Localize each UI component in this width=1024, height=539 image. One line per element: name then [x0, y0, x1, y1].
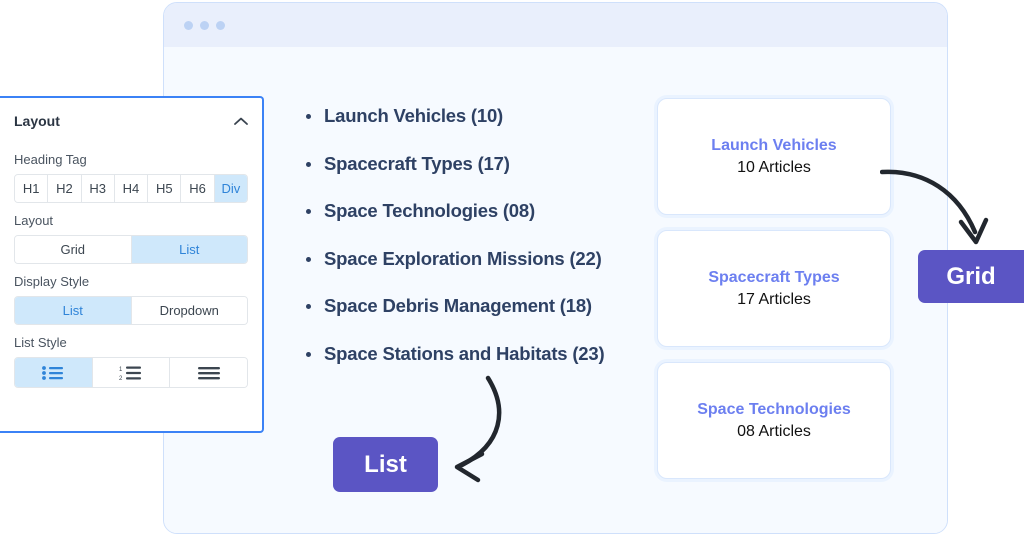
category-card[interactable]: Space Technologies 08 Articles — [657, 362, 891, 479]
svg-text:1: 1 — [119, 367, 123, 373]
display-style-option-list[interactable]: List — [15, 297, 132, 324]
heading-tag-group: H1 H2 H3 H4 H5 H6 Div — [14, 174, 248, 203]
display-style-label: Display Style — [14, 274, 90, 289]
panel-title: Layout — [14, 113, 60, 129]
card-title: Space Technologies — [697, 400, 851, 418]
category-card[interactable]: Launch Vehicles 10 Articles — [657, 98, 891, 215]
plain-list-icon — [197, 366, 220, 379]
list-style-option-plain[interactable] — [170, 358, 247, 387]
card-article-count: 08 Articles — [737, 422, 811, 440]
layout-label: Layout — [14, 213, 54, 228]
layout-settings-panel: Layout Heading Tag H1 H2 H3 H4 H5 H6 Div… — [0, 96, 264, 433]
window-content-area: Launch Vehicles (10) Spacecraft Types (1… — [164, 47, 947, 533]
heading-tag-option-h6[interactable]: H6 — [181, 175, 215, 202]
category-card[interactable]: Spacecraft Types 17 Articles — [657, 230, 891, 347]
display-style-option-dropdown[interactable]: Dropdown — [131, 297, 247, 324]
display-style-group: List Dropdown — [14, 296, 248, 325]
browser-mock-window: Launch Vehicles (10) Spacecraft Types (1… — [163, 2, 948, 534]
list-item[interactable]: Launch Vehicles (10) — [304, 105, 634, 127]
list-style-label: List Style — [14, 335, 67, 350]
list-style-group: 1 2 — [14, 357, 248, 388]
card-article-count: 10 Articles — [737, 158, 811, 176]
list-item[interactable]: Space Technologies (08) — [304, 200, 634, 222]
layout-option-grid[interactable]: Grid — [15, 236, 132, 263]
window-title-bar — [164, 3, 947, 47]
heading-tag-option-h5[interactable]: H5 — [148, 175, 182, 202]
list-item[interactable]: Space Exploration Missions (22) — [304, 248, 634, 270]
list-item[interactable]: Space Stations and Habitats (23) — [304, 343, 634, 365]
list-badge[interactable]: List — [333, 437, 438, 492]
layout-option-list[interactable]: List — [131, 236, 247, 263]
heading-tag-option-h1[interactable]: H1 — [15, 175, 49, 202]
panel-header[interactable]: Layout — [14, 100, 248, 142]
heading-tag-option-h3[interactable]: H3 — [81, 175, 115, 202]
window-control-dot[interactable] — [200, 20, 209, 30]
heading-tag-option-h4[interactable]: H4 — [114, 175, 149, 202]
card-article-count: 17 Articles — [737, 290, 811, 308]
layout-group: Grid List — [14, 235, 248, 264]
chevron-up-icon[interactable] — [234, 117, 248, 126]
grid-layout-preview: Launch Vehicles 10 Articles Spacecraft T… — [657, 98, 891, 494]
numbered-list-icon: 1 2 — [119, 366, 141, 381]
heading-tag-label: Heading Tag — [14, 152, 87, 167]
svg-text:2: 2 — [119, 376, 123, 381]
list-style-option-numbered[interactable]: 1 2 — [92, 358, 171, 387]
grid-badge[interactable]: Grid — [918, 250, 1024, 303]
list-style-option-bulleted[interactable] — [15, 358, 93, 387]
card-title: Launch Vehicles — [711, 136, 837, 154]
list-item[interactable]: Spacecraft Types (17) — [304, 153, 634, 175]
heading-tag-option-h2[interactable]: H2 — [48, 175, 82, 202]
list-item[interactable]: Space Debris Management (18) — [304, 295, 634, 317]
window-control-dot[interactable] — [184, 20, 193, 30]
heading-tag-option-div[interactable]: Div — [214, 175, 247, 202]
card-title: Spacecraft Types — [708, 268, 840, 286]
window-control-dot[interactable] — [216, 20, 225, 30]
list-layout-preview: Launch Vehicles (10) Spacecraft Types (1… — [304, 105, 634, 390]
bulleted-list-icon — [42, 365, 64, 380]
